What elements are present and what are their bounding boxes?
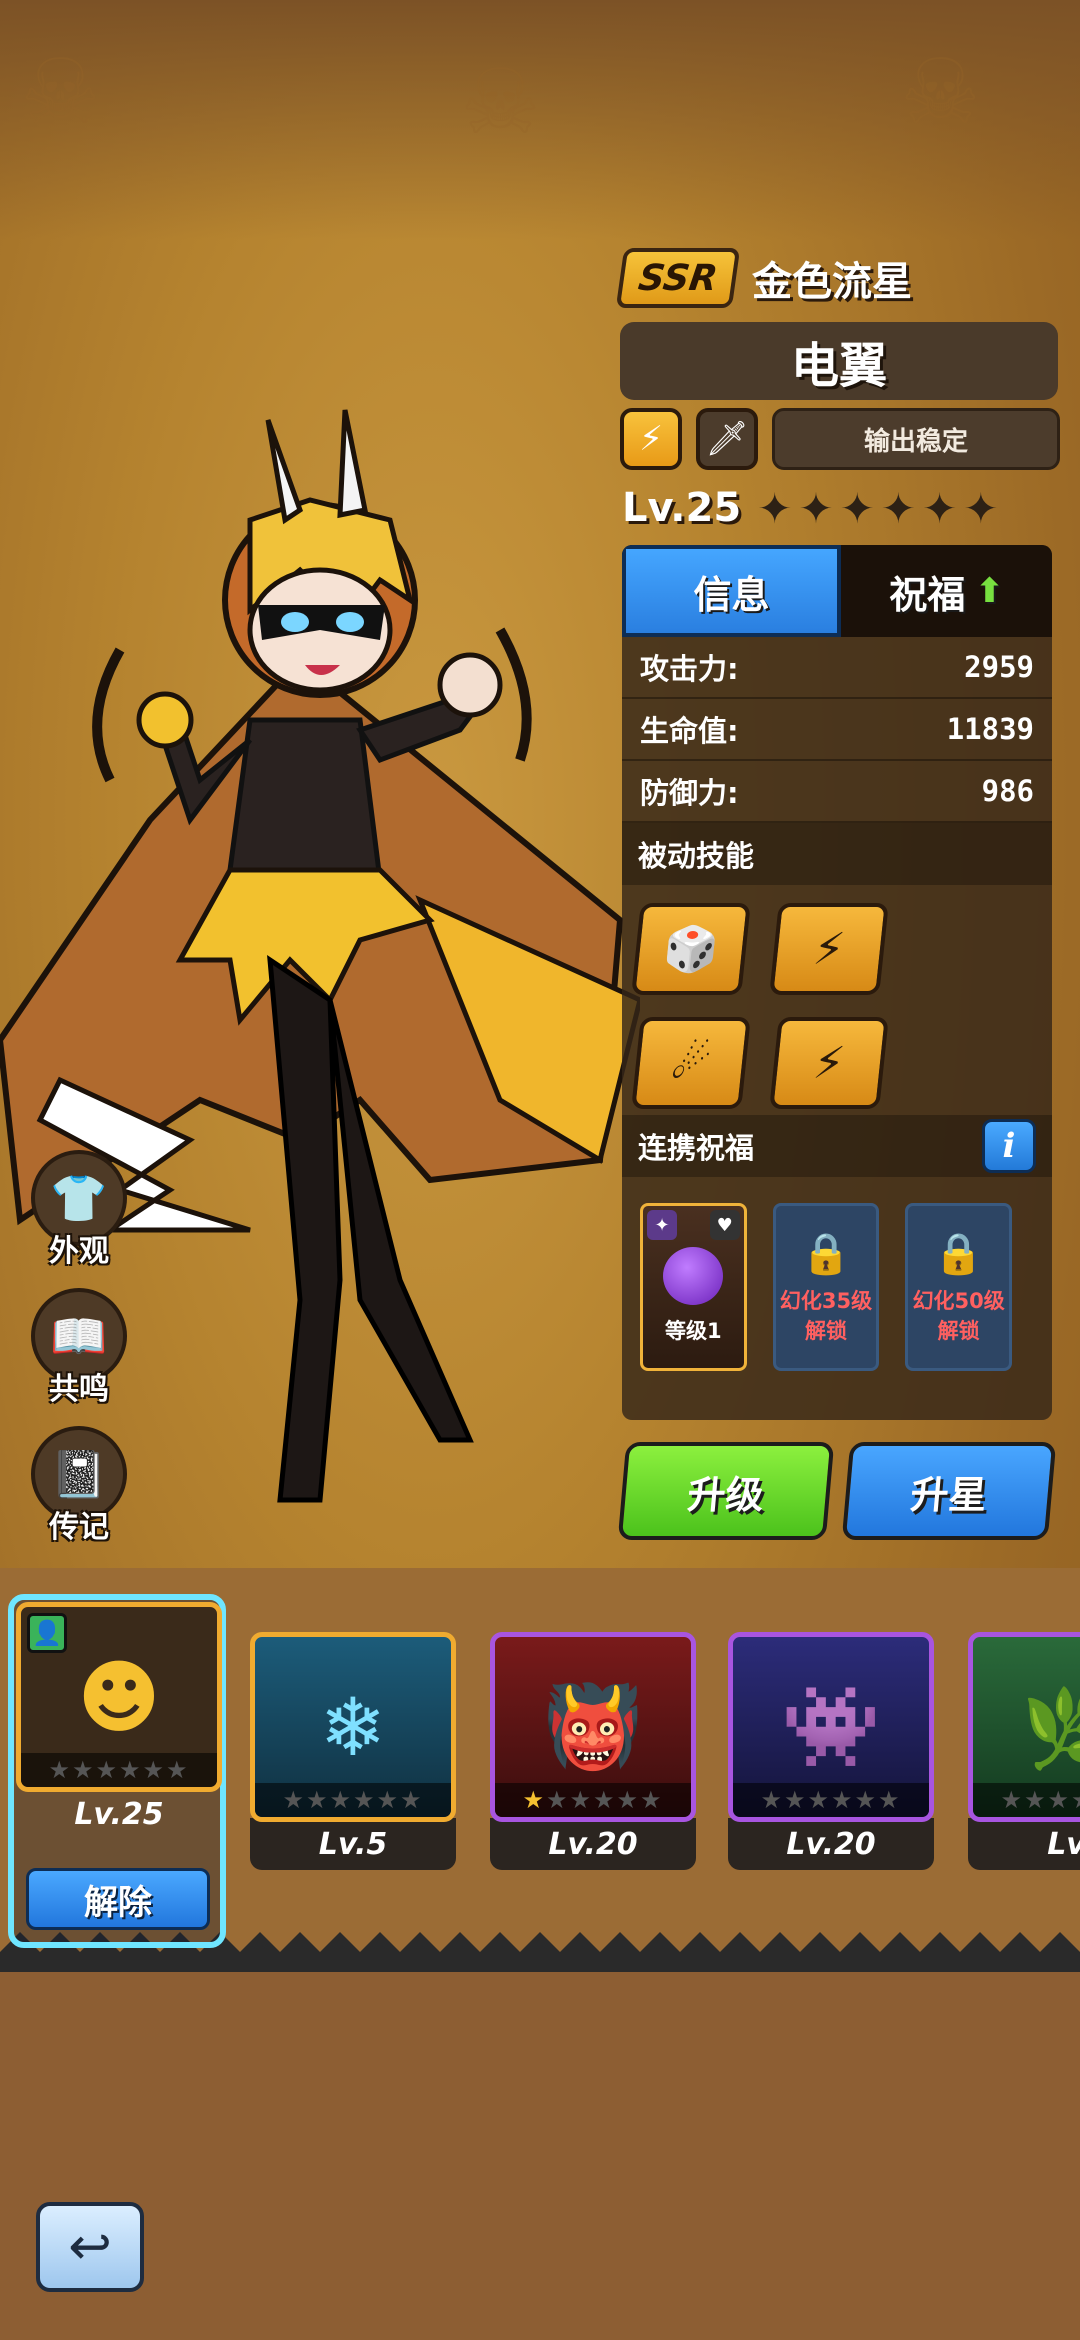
bg-skull-icon: ☠ xyxy=(20,40,101,145)
hero-stars: ★★★★★★ xyxy=(21,1753,217,1787)
hero-level-label: Lv.20 xyxy=(490,1818,696,1870)
bg-skull-icon: ☠ xyxy=(900,40,981,145)
stat-label: 防御力: xyxy=(640,776,739,810)
back-arrow-icon: ↩ xyxy=(68,2217,112,2277)
unlock-text: 解锁 xyxy=(937,1318,980,1343)
stat-row-defense: 防御力: 986 xyxy=(622,761,1052,823)
hero-stars: ★★★★★★ xyxy=(255,1783,451,1817)
info-button[interactable]: i xyxy=(982,1119,1036,1173)
red-beast-icon: 👹 xyxy=(543,1680,643,1773)
masked-hero-icon: ☻ xyxy=(77,1650,161,1744)
rarity-badge: SSR xyxy=(615,248,741,308)
element-mini-icon: ✦ xyxy=(647,1210,677,1240)
hero-portrait: 🌿 ★★★★★★ xyxy=(968,1632,1080,1822)
info-panel: 信息 祝福 ⬆ 攻击力: 2959 生命值: 11839 防御力: 986 被动技… xyxy=(622,545,1052,1420)
lightning-element-icon[interactable]: ⚡ xyxy=(620,408,682,470)
bg-skull-icon: ☠ xyxy=(460,50,541,155)
hero-portrait: ❄ ★★★★★★ xyxy=(250,1632,456,1822)
rarity-row: SSR 金色流星 xyxy=(615,245,1060,311)
bond-slot-locked[interactable]: 🔒 幻化35级 解锁 xyxy=(772,1203,880,1371)
passive-skills-label: 被动技能 xyxy=(638,839,755,873)
stat-value: 986 xyxy=(981,774,1034,808)
arrow-up-icon: ⬆ xyxy=(975,571,1004,611)
skill-storm-icon[interactable]: ⚡ xyxy=(769,1017,889,1109)
star-icon: ✦ xyxy=(798,483,834,533)
lower-background xyxy=(0,1972,1080,2340)
star-icon: ✦ xyxy=(880,483,916,533)
role-tag: 输出稳定 xyxy=(772,408,1060,470)
panel-tabs: 信息 祝福 ⬆ xyxy=(622,545,1052,637)
unlock-condition: 幻化50级 xyxy=(912,1288,1005,1313)
skill-meteor-icon[interactable]: ☄ xyxy=(631,1017,751,1109)
hero-level-label: Lv.20 xyxy=(728,1818,934,1870)
lock-icon: 🔒 xyxy=(933,1230,984,1277)
hero-level: Lv.25 xyxy=(622,485,742,531)
stat-label: 攻击力: xyxy=(640,652,739,686)
heart-icon: ♥ xyxy=(709,1210,740,1240)
biography-button[interactable]: 📓 传记 xyxy=(28,1426,130,1546)
slime-pet-icon xyxy=(663,1247,724,1305)
appearance-button[interactable]: 👕 外观 xyxy=(28,1150,130,1270)
green-creature-icon: 🌿 xyxy=(1021,1680,1080,1774)
tab-blessing[interactable]: 祝福 ⬆ xyxy=(841,545,1052,637)
tab-info[interactable]: 信息 xyxy=(622,545,841,637)
appearance-label: 外观 xyxy=(49,1234,109,1269)
roster-hero-card[interactable]: ☻ 👤 ★★★★★★ Lv.25 xyxy=(16,1602,222,1872)
roster-hero-card[interactable]: 👾 ★★★★★★ Lv.20 xyxy=(728,1632,934,1902)
tab-info-label: 信息 xyxy=(693,572,770,617)
sword-class-icon[interactable]: 🗡 xyxy=(696,408,758,470)
unlock-text: 解锁 xyxy=(805,1318,847,1343)
bond-slot-locked[interactable]: 🔒 幻化50级 解锁 xyxy=(905,1203,1013,1371)
stat-value: 2959 xyxy=(964,650,1034,684)
equipped-badge-icon: 👤 xyxy=(27,1613,67,1653)
hero-portrait: 👹 ★★★★★★ xyxy=(490,1632,696,1822)
ice-dragon-icon: ❄ xyxy=(319,1680,387,1774)
unequip-button[interactable]: 解除 xyxy=(26,1868,210,1930)
lock-icon: 🔒 xyxy=(801,1230,851,1277)
back-button[interactable]: ↩ xyxy=(36,2202,144,2292)
hero-stars: ★★★★★★ xyxy=(733,1783,929,1817)
tab-blessing-label: 祝福 xyxy=(889,572,966,617)
passive-skills-header: 被动技能 xyxy=(622,823,1052,885)
hero-level-label: Lv. xyxy=(968,1818,1080,1870)
stat-row-attack: 攻击力: 2959 xyxy=(622,637,1052,699)
star-icon: ✦ xyxy=(757,483,793,533)
resonance-button[interactable]: 📖 共鸣 xyxy=(28,1288,130,1408)
hero-stars: ★★★★★★ xyxy=(495,1783,691,1817)
level-row: Lv.25 ✦ ✦ ✦ ✦ ✦ ✦ xyxy=(622,478,1062,538)
bond-blessing-label: 连携祝福 xyxy=(638,1131,755,1165)
bond-level: 等级1 xyxy=(665,1319,722,1343)
hero-tags: ⚡ 🗡 输出稳定 xyxy=(620,406,1060,472)
passive-skills: 🎲 ⚡ ☄ ⚡ xyxy=(622,885,1052,1115)
bond-slots: ✦ ♥ 等级1 🔒 幻化35级 解锁 🔒 幻化50级 解锁 xyxy=(622,1177,1052,1371)
resonance-label: 共鸣 xyxy=(49,1372,109,1407)
star-up-button[interactable]: 升星 xyxy=(841,1442,1057,1540)
hero-portrait: ☻ 👤 ★★★★★★ xyxy=(16,1602,222,1792)
hero-portrait: 👾 ★★★★★★ xyxy=(728,1632,934,1822)
hero-level-label: Lv.25 xyxy=(74,1796,164,1832)
stat-value: 11839 xyxy=(946,712,1034,746)
shadow-monster-icon: 👾 xyxy=(781,1680,881,1773)
hero-title: 金色流星 xyxy=(752,259,912,305)
star-icon: ✦ xyxy=(839,483,875,533)
roster-hero-card[interactable]: ❄ ★★★★★★ Lv.5 xyxy=(250,1632,456,1902)
roster-hero-card[interactable]: 🌿 ★★★★★★ Lv. xyxy=(968,1632,1080,1902)
skill-card-dice-icon[interactable]: 🎲 xyxy=(631,903,751,995)
hero-level-label: Lv.5 xyxy=(250,1818,456,1870)
upgrade-button[interactable]: 升级 xyxy=(617,1442,835,1540)
skill-lightning-icon[interactable]: ⚡ xyxy=(769,903,889,995)
stat-row-hp: 生命值: 11839 xyxy=(622,699,1052,761)
hero-stars: ★★★★★★ xyxy=(973,1783,1080,1817)
biography-label: 传记 xyxy=(49,1510,109,1545)
roster-hero-card[interactable]: 👹 ★★★★★★ Lv.20 xyxy=(490,1632,696,1902)
star-icon: ✦ xyxy=(921,483,958,533)
bond-blessing-header: 连携祝福 i xyxy=(622,1115,1052,1177)
star-icon: ✦ xyxy=(963,483,999,533)
stat-label: 生命值: xyxy=(640,714,739,748)
hero-name: 电翼 xyxy=(620,322,1058,400)
bond-slot-active[interactable]: ✦ ♥ 等级1 xyxy=(640,1203,747,1371)
unlock-condition: 幻化35级 xyxy=(779,1288,873,1313)
